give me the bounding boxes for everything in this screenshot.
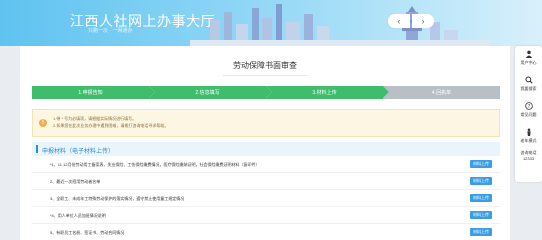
sidebar-item-label: 咨询电话	[520, 150, 537, 155]
step-1: 1.申报告知	[32, 86, 155, 99]
notice-line: 1.带 * 号为必填项，请根据实际情况进行填写。	[53, 116, 137, 121]
step-label: 2.信息填写	[195, 90, 220, 96]
list-item: *4、用人单位人员加班情况说明 材料上传	[32, 207, 500, 224]
step-label: 1.申报告知	[78, 90, 103, 96]
file-label: 2、最近一次招用劳动者名单	[50, 179, 101, 184]
elder-icon	[526, 128, 531, 136]
sidebar-item-label: 老年模式	[520, 138, 537, 143]
sidebar-item-faq[interactable]: ? 常见问题	[515, 102, 542, 118]
notice-box: ! 1.带 * 号为必填项，请根据实际情况进行填写。 2.如果您在此次业务办理中…	[32, 109, 500, 137]
sidebar-item-label: 用户中心	[520, 60, 537, 65]
sidebar-item-search[interactable]: 我要搜索	[515, 76, 542, 92]
main-card: 劳动保障书面审查 1.申报告知 2.信息填写 3.材料上传 4.回执单 ! 1.…	[20, 46, 510, 240]
step-4: 4.回执单	[383, 86, 500, 99]
banner-nav: ‹ ›	[388, 14, 434, 28]
hotline-number: 12333	[522, 156, 535, 161]
sidebar-item-hotline[interactable]: 咨询电话 12333	[515, 150, 542, 161]
progress-steps: 1.申报告知 2.信息填写 3.材料上传 4.回执单	[32, 86, 500, 99]
upload-button[interactable]: 材料上传	[470, 160, 492, 168]
search-icon	[524, 76, 533, 84]
question-icon: ?	[524, 102, 533, 110]
file-label: *4、用人单位人员加班情况说明	[50, 213, 106, 218]
user-icon	[525, 50, 532, 58]
site-header: 江西人社网上办事大厅 只跑一次 · 一网通办 ‹ ›	[0, 0, 542, 46]
section-title: 申报材料（电子材料上传）	[32, 142, 500, 156]
step-label: 3.材料上传	[312, 90, 337, 96]
list-item: 3、全职工、未成年工特殊劳动保护的落实情况，遵守禁止使用童工规定情况 材料上传	[32, 190, 500, 207]
list-item: 2、最近一次招用劳动者名单 材料上传	[32, 173, 500, 190]
file-label: *1、11.12月份劳动用工备案表、失业保险、工伤保险缴费情况，医疗保险缴纳证明…	[50, 162, 260, 167]
list-item: 5、有职员工名册、签证书、劳动合同情况 材料上传	[32, 224, 500, 240]
file-label: 3、全职工、未成年工特殊劳动保护的落实情况，遵守禁止使用童工规定情况	[50, 196, 185, 201]
sidebar-item-label: 我要搜索	[520, 86, 537, 91]
site-slogan: 只跑一次 · 一网通办	[88, 28, 133, 34]
notice-line: 2.如果您在此次业务办理中遇到困难，请拨打咨询电话寻求帮助。	[53, 123, 169, 128]
floating-sidebar: 用户中心 我要搜索 ? 常见问题 老年模式 咨询电话 12333	[515, 46, 542, 182]
chevron-left-icon[interactable]: ‹	[388, 14, 410, 28]
step-3: 3.材料上传	[266, 86, 389, 99]
upload-button[interactable]: 材料上传	[470, 177, 492, 185]
upload-button[interactable]: 材料上传	[470, 211, 492, 219]
upload-button[interactable]: 材料上传	[470, 194, 492, 202]
file-list: *1、11.12月份劳动用工备案表、失业保险、工伤保险缴费情况，医疗保险缴纳证明…	[32, 156, 500, 240]
sidebar-item-user-center[interactable]: 用户中心	[515, 50, 542, 66]
step-label: 4.回执单	[431, 90, 452, 96]
city-skyline-illustration	[190, 4, 490, 46]
sidebar-item-label: 常见问题	[520, 112, 537, 117]
step-2: 2.信息填写	[149, 86, 272, 99]
warning-icon: !	[39, 119, 47, 127]
list-item: *1、11.12月份劳动用工备案表、失业保险、工伤保险缴费情况，医疗保险缴纳证明…	[32, 156, 500, 173]
chevron-right-icon[interactable]: ›	[412, 14, 434, 28]
file-label: 5、有职员工名册、签证书、劳动合同情况	[50, 230, 125, 235]
upload-button[interactable]: 材料上传	[470, 228, 492, 236]
sidebar-item-elder-mode[interactable]: 老年模式	[515, 128, 542, 144]
page-title: 劳动保障书面审查	[20, 60, 510, 76]
